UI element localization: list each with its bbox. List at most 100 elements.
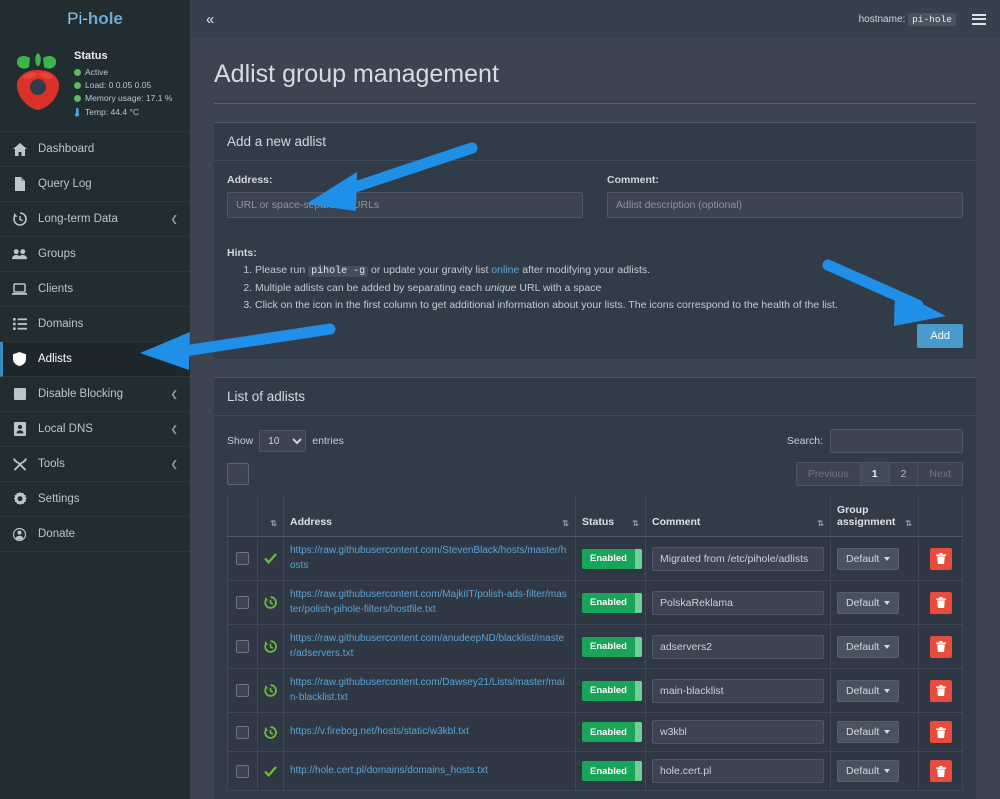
status-memory-label: Memory usage: 17.1 % bbox=[85, 93, 173, 104]
delete-button[interactable] bbox=[929, 679, 952, 702]
sidebar-item-domains[interactable]: Domains bbox=[0, 307, 190, 342]
status-toggle[interactable]: Enabled bbox=[582, 548, 642, 569]
status-toggle[interactable]: Enabled bbox=[582, 680, 642, 701]
hint2-part-b: URL with a space bbox=[516, 282, 602, 295]
delete-button[interactable] bbox=[929, 635, 952, 658]
add-adlist-title: Add a new adlist bbox=[227, 134, 327, 149]
delete-button[interactable] bbox=[929, 721, 952, 744]
sidebar-item-donate[interactable]: Donate bbox=[0, 517, 190, 552]
adlist-address-link[interactable]: https://raw.githubusercontent.com/MajkiI… bbox=[290, 588, 569, 617]
check-icon[interactable] bbox=[264, 553, 277, 565]
pagination-page-1[interactable]: 1 bbox=[860, 462, 890, 487]
group-dropdown[interactable]: Default bbox=[837, 679, 900, 702]
sidebar-item-adlists[interactable]: Adlists bbox=[0, 342, 190, 377]
status-toggle[interactable]: Enabled bbox=[582, 636, 642, 657]
comment-input[interactable] bbox=[607, 192, 963, 218]
sidebar-label-dashboard: Dashboard bbox=[38, 143, 95, 155]
row-checkbox[interactable] bbox=[236, 684, 249, 698]
row-checkbox[interactable] bbox=[236, 596, 249, 610]
sidebar-item-clients[interactable]: Clients bbox=[0, 272, 190, 307]
sort-icon: ⇅ bbox=[270, 519, 277, 529]
adlist-address-link[interactable]: https://raw.githubusercontent.com/Dawsey… bbox=[290, 676, 569, 705]
sidebar-item-settings[interactable]: Settings bbox=[0, 482, 190, 517]
tools-icon bbox=[12, 457, 27, 471]
brand-logo[interactable]: Pi-hole bbox=[0, 0, 190, 38]
status-temp: Temp: 44.4 °C bbox=[74, 106, 172, 119]
cell-group: Default bbox=[830, 751, 919, 792]
pagination-next[interactable]: Next bbox=[918, 462, 963, 487]
adlist-address-link[interactable]: https://raw.githubusercontent.com/Steven… bbox=[290, 544, 569, 573]
th-group-assignment[interactable]: Group assignment ⇅ bbox=[830, 496, 919, 538]
table-body: https://raw.githubusercontent.com/Steven… bbox=[227, 536, 963, 792]
sort-icon: ⇅ bbox=[905, 519, 912, 529]
sidebar-item-local-dns[interactable]: Local DNS ❮ bbox=[0, 412, 190, 447]
th-address[interactable]: Address ⇅ bbox=[283, 496, 576, 538]
chevron-down-icon bbox=[884, 730, 891, 735]
th-health[interactable]: ⇅ bbox=[257, 496, 284, 538]
adlist-address-link[interactable]: https://raw.githubusercontent.com/anudee… bbox=[290, 632, 569, 661]
history-icon[interactable] bbox=[264, 725, 277, 739]
gravity-online-link[interactable]: online bbox=[491, 264, 519, 276]
sidebar-collapse-button[interactable]: « bbox=[206, 11, 214, 28]
status-toggle[interactable]: Enabled bbox=[582, 761, 642, 782]
row-checkbox[interactable] bbox=[236, 552, 249, 566]
group-dropdown[interactable]: Default bbox=[837, 760, 900, 783]
row-checkbox[interactable] bbox=[236, 640, 249, 654]
address-input[interactable] bbox=[227, 192, 583, 218]
add-adlist-body: Address: Comment: bbox=[214, 161, 976, 231]
status-active: Active bbox=[74, 66, 172, 79]
select-all-checkbox[interactable] bbox=[227, 463, 249, 486]
sidebar-label-adlists: Adlists bbox=[38, 353, 72, 365]
sort-icon: ⇅ bbox=[562, 519, 569, 529]
pagination-previous[interactable]: Previous bbox=[795, 462, 861, 487]
cell-delete bbox=[918, 712, 963, 753]
comment-field[interactable]: w3kbl bbox=[652, 720, 824, 745]
comment-field[interactable]: Migrated from /etc/pihole/adlists bbox=[652, 546, 824, 571]
sidebar-item-dashboard[interactable]: Dashboard bbox=[0, 132, 190, 167]
topbar-right: hostname: pi-hole bbox=[859, 12, 986, 26]
entries-select[interactable]: 10 25 50 100 All bbox=[259, 430, 307, 453]
row-checkbox[interactable] bbox=[236, 764, 249, 778]
search-label: Search: bbox=[786, 435, 823, 448]
cell-select bbox=[227, 624, 258, 670]
delete-button[interactable] bbox=[929, 760, 952, 783]
history-icon[interactable] bbox=[264, 596, 277, 609]
history-icon[interactable] bbox=[264, 640, 277, 653]
group-dropdown[interactable]: Default bbox=[837, 547, 900, 570]
comment-field[interactable]: hole.cert.pl bbox=[652, 759, 824, 784]
row-checkbox[interactable] bbox=[236, 725, 249, 739]
delete-button[interactable] bbox=[929, 591, 952, 614]
adlist-address-link[interactable]: http://hole.cert.pl/domains/domains_host… bbox=[290, 764, 569, 779]
toggle-knob bbox=[634, 680, 642, 701]
adlist-address-link[interactable]: https://v.firebog.net/hosts/static/w3kbl… bbox=[290, 725, 569, 740]
comment-field[interactable]: PolskaReklama bbox=[652, 590, 824, 615]
comment-field[interactable]: adservers2 bbox=[652, 634, 824, 659]
sidebar-item-query-log[interactable]: Query Log bbox=[0, 167, 190, 202]
delete-button[interactable] bbox=[929, 547, 952, 570]
sidebar-item-tools[interactable]: Tools ❮ bbox=[0, 447, 190, 482]
group-dropdown[interactable]: Default bbox=[837, 591, 900, 614]
pagination-page-2[interactable]: 2 bbox=[889, 462, 919, 487]
cell-health bbox=[257, 751, 284, 792]
menu-toggle-icon[interactable] bbox=[972, 13, 986, 25]
adlists-table: ⇅ Address ⇅ Status ⇅ Comment ⇅ Group assign… bbox=[227, 496, 963, 792]
sidebar-item-disable-blocking[interactable]: Disable Blocking ❮ bbox=[0, 377, 190, 412]
status-toggle[interactable]: Enabled bbox=[582, 592, 642, 613]
sidebar-item-groups[interactable]: Groups bbox=[0, 237, 190, 272]
history-icon[interactable] bbox=[264, 684, 277, 697]
group-dropdown[interactable]: Default bbox=[837, 721, 900, 744]
group-dropdown[interactable]: Default bbox=[837, 635, 900, 658]
sidebar-item-long-term-data[interactable]: Long-term Data ❮ bbox=[0, 202, 190, 237]
hint-item-3: Click on the icon in the first column to… bbox=[255, 297, 963, 314]
hostname-display: hostname: pi-hole bbox=[859, 12, 956, 26]
check-icon[interactable] bbox=[264, 765, 277, 777]
add-button[interactable]: Add bbox=[917, 324, 963, 349]
comment-field[interactable]: main-blacklist bbox=[652, 678, 824, 703]
sidebar-label-clients: Clients bbox=[38, 283, 74, 295]
content-area: Adlist group management Add a new adlist… bbox=[190, 38, 1000, 799]
th-comment[interactable]: Comment ⇅ bbox=[645, 496, 831, 538]
th-status[interactable]: Status ⇅ bbox=[575, 496, 646, 538]
search-input[interactable] bbox=[830, 429, 963, 454]
add-adlist-footer: Add bbox=[214, 324, 976, 359]
status-toggle[interactable]: Enabled bbox=[582, 722, 642, 743]
